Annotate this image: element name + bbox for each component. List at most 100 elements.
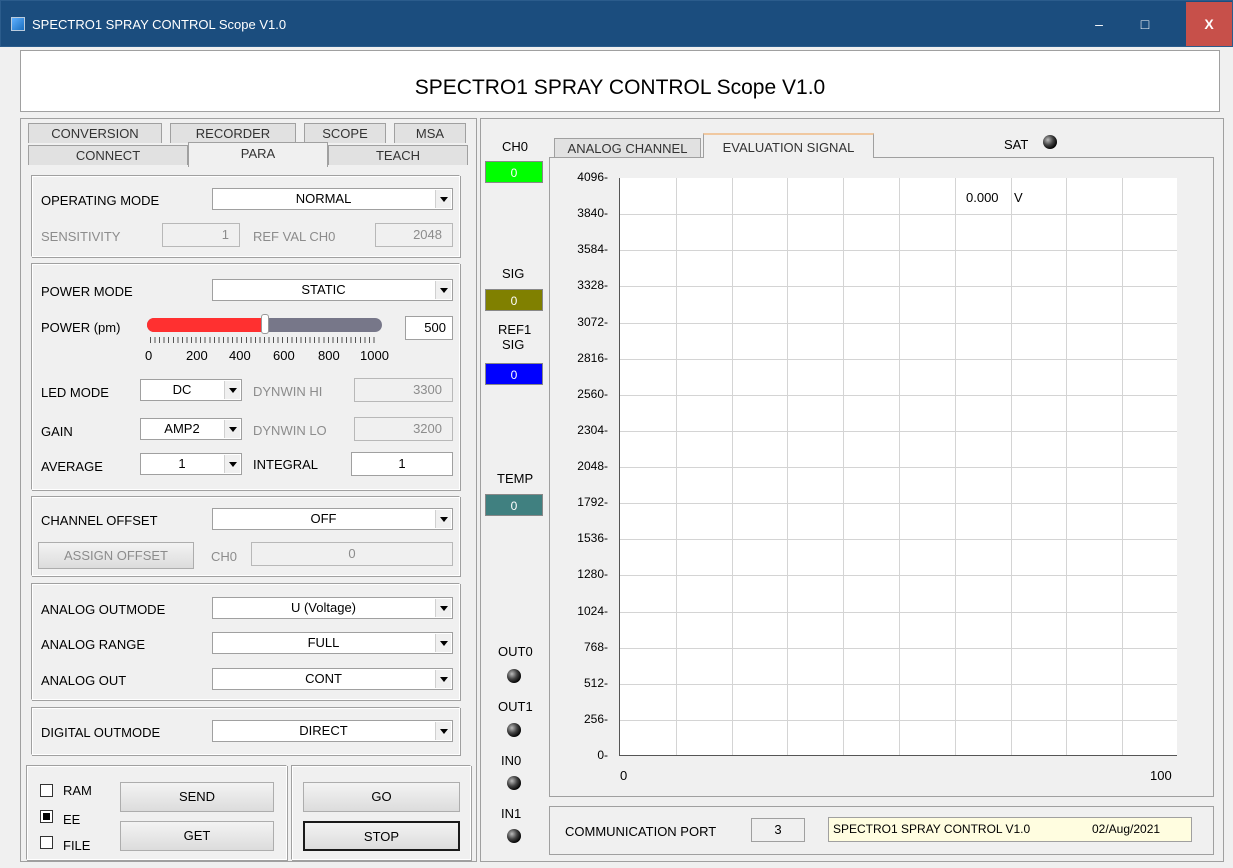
- y-tick-label: 1280-: [577, 567, 608, 582]
- power-scale-0: 0: [145, 348, 153, 363]
- out0-label: OUT0: [498, 644, 533, 659]
- maximize-button[interactable]: □: [1123, 2, 1167, 46]
- grid-line: [899, 178, 900, 755]
- get-button[interactable]: GET: [120, 821, 274, 851]
- in0-led-icon: [507, 776, 521, 790]
- analog-out-select[interactable]: CONT: [212, 668, 453, 690]
- tab-analog-channel[interactable]: ANALOG CHANNEL: [554, 138, 701, 158]
- gain-select[interactable]: AMP2: [140, 418, 242, 440]
- tab-msa[interactable]: MSA: [394, 123, 466, 143]
- tab-conversion[interactable]: CONVERSION: [28, 123, 162, 143]
- chevron-down-icon: [435, 281, 451, 299]
- power-mode-value: STATIC: [301, 282, 346, 297]
- power-scale-600: 600: [273, 348, 295, 363]
- chevron-down-icon: [435, 634, 451, 652]
- communication-port-label: COMMUNICATION PORT: [565, 824, 717, 839]
- status-text: SPECTRO1 SPRAY CONTROL V1.0: [833, 822, 1031, 836]
- y-tick-label: 3072-: [577, 314, 608, 329]
- ram-checkbox[interactable]: [40, 784, 53, 797]
- dynwin-lo-field: 3200: [354, 417, 453, 441]
- gain-label: GAIN: [41, 424, 73, 439]
- power-scale-200: 200: [186, 348, 208, 363]
- average-value: 1: [178, 456, 186, 471]
- sig-indicator: 0: [485, 289, 543, 311]
- tab-recorder[interactable]: RECORDER: [170, 123, 296, 143]
- ref-val-ch0-label: REF VAL CH0: [253, 229, 336, 244]
- grid-line: [731, 178, 733, 755]
- integral-field[interactable]: 1: [351, 452, 453, 476]
- chevron-down-icon: [435, 510, 451, 528]
- sig-indicator-label: SIG: [502, 266, 525, 281]
- temp-indicator-label: TEMP: [497, 471, 534, 486]
- analog-out-value: CONT: [305, 671, 342, 686]
- analog-range-select[interactable]: FULL: [212, 632, 453, 654]
- in0-label: IN0: [501, 753, 522, 768]
- tab-scope[interactable]: SCOPE: [304, 123, 386, 143]
- send-button[interactable]: SEND: [120, 782, 274, 812]
- grid-line: [1066, 178, 1068, 755]
- operating-mode-select[interactable]: NORMAL: [212, 188, 453, 210]
- led-mode-label: LED MODE: [41, 385, 109, 400]
- close-button[interactable]: X: [1186, 2, 1232, 46]
- dynwin-hi-label: DYNWIN HI: [253, 384, 323, 399]
- y-tick-label: 512-: [583, 675, 608, 690]
- tab-evaluation-signal[interactable]: EVALUATION SIGNAL: [703, 133, 874, 158]
- minimize-button[interactable]: –: [1077, 2, 1121, 46]
- channel-offset-select[interactable]: OFF: [212, 508, 453, 530]
- grid-line: [1010, 178, 1012, 755]
- grid-line: [954, 178, 956, 755]
- digital-outmode-select[interactable]: DIRECT: [212, 720, 453, 742]
- in1-label: IN1: [501, 806, 522, 821]
- ee-label: EE: [63, 812, 81, 827]
- grid-line: [675, 178, 677, 755]
- tab-para[interactable]: PARA: [188, 142, 328, 167]
- readout-value: 0.000: [966, 190, 999, 205]
- out1-label: OUT1: [498, 699, 533, 714]
- y-tick-label: 768-: [583, 639, 608, 654]
- power-value-field[interactable]: 500: [405, 316, 453, 340]
- chevron-down-icon: [435, 599, 451, 617]
- ch0-indicator: 0: [485, 161, 543, 183]
- file-checkbox[interactable]: [40, 836, 53, 849]
- out1-led-icon: [507, 723, 521, 737]
- gain-value: AMP2: [164, 421, 200, 436]
- average-select[interactable]: 1: [140, 453, 242, 475]
- analog-out-label: ANALOG OUT: [41, 673, 127, 688]
- stop-button[interactable]: STOP: [303, 821, 460, 851]
- readout-unit: V: [1014, 190, 1023, 205]
- channel-offset-value: OFF: [310, 511, 337, 526]
- tab-teach[interactable]: TEACH: [328, 145, 468, 165]
- chevron-down-icon: [435, 190, 451, 208]
- channel-offset-label: CHANNEL OFFSET: [41, 513, 158, 528]
- led-mode-select[interactable]: DC: [140, 379, 242, 401]
- assign-offset-button[interactable]: ASSIGN OFFSET: [38, 542, 194, 569]
- sensitivity-field: 1: [162, 223, 240, 247]
- ref1-indicator-label-1: REF1: [498, 322, 532, 337]
- ee-checkbox[interactable]: [40, 810, 53, 823]
- y-tick-label: 2816-: [577, 350, 608, 365]
- operating-mode-label: OPERATING MODE: [41, 193, 160, 208]
- chevron-down-icon: [435, 722, 451, 740]
- digital-outmode-value: DIRECT: [299, 723, 348, 738]
- power-scale-ticks: [150, 337, 378, 343]
- analog-outmode-label: ANALOG OUTMODE: [41, 602, 166, 617]
- tab-connect[interactable]: CONNECT: [28, 145, 188, 165]
- integral-label: INTEGRAL: [253, 457, 319, 472]
- scope-plot-area[interactable]: [619, 178, 1177, 756]
- y-tick-label: 4096-: [577, 170, 608, 184]
- chevron-down-icon: [435, 670, 451, 688]
- sensitivity-label: SENSITIVITY: [41, 229, 121, 244]
- y-tick-label: 2304-: [577, 422, 608, 437]
- y-tick-label: 1024-: [577, 603, 608, 618]
- offset-ch0-field: 0: [251, 542, 453, 566]
- analog-outmode-select[interactable]: U (Voltage): [212, 597, 453, 619]
- power-slider-thumb[interactable]: [260, 314, 269, 334]
- go-button[interactable]: GO: [303, 782, 460, 812]
- y-tick-label: 3584-: [577, 242, 608, 257]
- power-mode-select[interactable]: STATIC: [212, 279, 453, 301]
- communication-port-field[interactable]: 3: [751, 818, 805, 842]
- window-title: SPECTRO1 SPRAY CONTROL Scope V1.0: [32, 17, 287, 32]
- status-field: SPECTRO1 SPRAY CONTROL V1.0 02/Aug/2021: [828, 817, 1192, 842]
- temp-indicator: 0: [485, 494, 543, 516]
- app-banner: SPECTRO1 SPRAY CONTROL Scope V1.0: [20, 50, 1220, 112]
